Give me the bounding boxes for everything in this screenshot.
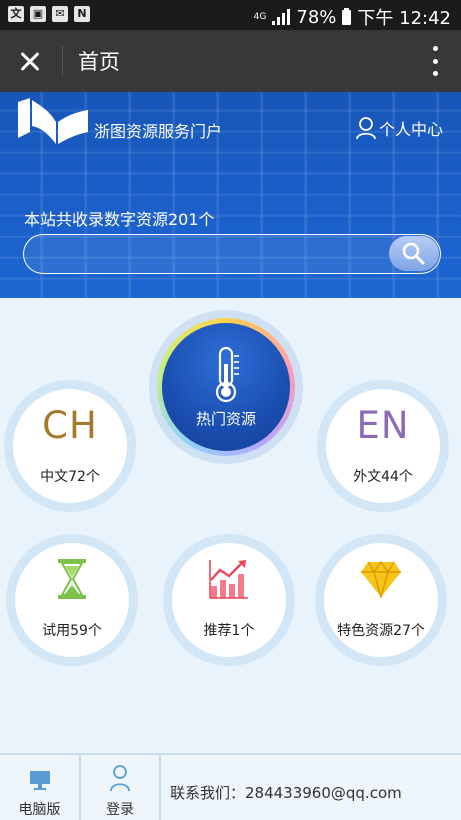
- login-button[interactable]: 登录: [81, 755, 159, 820]
- clock: 下午 12:42: [357, 8, 451, 29]
- foreign-resources-label: 外文44个: [353, 469, 413, 485]
- desktop-version-label: 电脑版: [18, 802, 61, 818]
- monitor-icon: [30, 771, 50, 790]
- close-button[interactable]: [14, 45, 46, 77]
- login-label: 登录: [106, 802, 134, 818]
- search-button[interactable]: [389, 236, 439, 271]
- trial-resources-button[interactable]: 试用59个: [6, 534, 138, 666]
- more-options-button[interactable]: [431, 46, 439, 76]
- chinese-resources-button[interactable]: CH 中文72个: [4, 380, 136, 512]
- bottom-bar: 电脑版 登录 联系我们：284433960@qq.com: [0, 753, 461, 820]
- category-grid: 热门资源 CH 中文72个 EN 外文44个 试用59个 推荐1个 特色资源27…: [0, 298, 461, 753]
- contact-info: 联系我们：284433960@qq.com: [170, 784, 402, 802]
- user-icon: [110, 765, 130, 792]
- status-bar: 文 ▣ ✉ N 4G 78% 下午 12:42: [0, 0, 461, 30]
- user-icon: [356, 117, 376, 140]
- hot-resources-label: 热门资源: [195, 410, 256, 428]
- notification-icons: 文 ▣ ✉ N: [8, 6, 90, 22]
- translate-icon: 文: [8, 6, 24, 22]
- recommend-resources-button[interactable]: 推荐1个: [163, 534, 295, 666]
- banner: 浙图资源服务门户 个人中心 本站共收录数字资源201个: [0, 92, 461, 298]
- hot-resources-button[interactable]: 热门资源: [149, 310, 303, 464]
- trial-resources-label: 试用59个: [42, 623, 102, 639]
- resource-count: 本站共收录数字资源201个: [24, 210, 215, 229]
- en-icon: EN: [356, 404, 410, 447]
- library-logo-icon: [18, 98, 88, 144]
- search-input[interactable]: [23, 234, 441, 274]
- search-icon: [402, 242, 425, 265]
- signal-icon: [272, 9, 291, 25]
- trend-chart-icon: [209, 560, 248, 599]
- battery-icon: [342, 7, 352, 25]
- hourglass-icon: [58, 559, 86, 599]
- desktop-version-button[interactable]: 电脑版: [0, 755, 79, 820]
- recommend-resources-label: 推荐1个: [203, 623, 255, 639]
- divider: [159, 755, 161, 820]
- image-icon: ▣: [30, 6, 46, 22]
- ch-icon: CH: [42, 404, 98, 447]
- diamond-icon: [361, 560, 401, 598]
- network-type: 4G: [253, 11, 267, 22]
- user-center-link[interactable]: 个人中心: [355, 116, 443, 140]
- title-bar: 首页: [0, 30, 461, 92]
- foreign-resources-button[interactable]: EN 外文44个: [317, 380, 449, 512]
- user-center-label: 个人中心: [378, 120, 443, 139]
- page-title: 首页: [78, 50, 120, 74]
- battery-percent: 78%: [296, 6, 337, 28]
- site-name: 浙图资源服务门户: [94, 122, 223, 141]
- mail-icon: ✉: [52, 6, 68, 22]
- featured-resources-button[interactable]: 特色资源27个: [315, 534, 447, 666]
- thermometer-icon: [215, 346, 239, 403]
- chinese-resources-label: 中文72个: [40, 469, 100, 485]
- divider: [62, 46, 63, 76]
- onenote-icon: N: [74, 6, 90, 22]
- featured-resources-label: 特色资源27个: [337, 623, 425, 639]
